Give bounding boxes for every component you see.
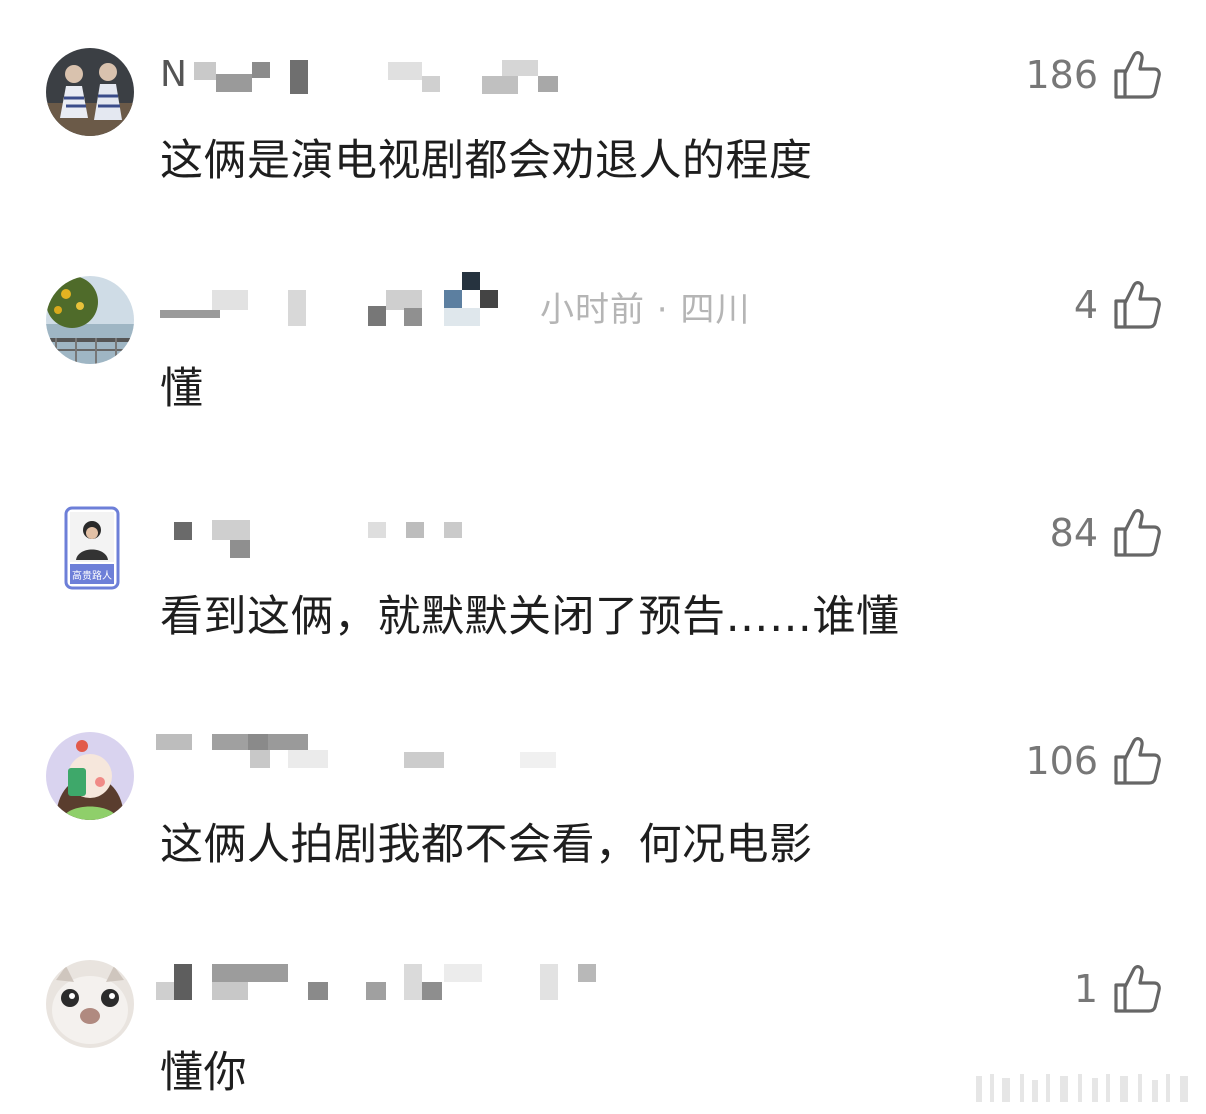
avatar-two-women-icon: [46, 48, 134, 136]
thumbs-up-icon: [1114, 509, 1161, 557]
thumbs-up-icon: [1114, 965, 1161, 1013]
username-prefix: N: [160, 54, 187, 95]
like-count: 84: [1049, 511, 1098, 555]
watermark-icon: [976, 1074, 1188, 1102]
like-button[interactable]: 106: [1025, 734, 1162, 788]
like-button[interactable]: 4: [1074, 278, 1162, 332]
thumbs-up-icon: [1114, 281, 1161, 329]
comment-text: 懂: [160, 364, 204, 414]
badge-text: 高贵路人: [72, 569, 112, 582]
comment-item: N 186 这俩是演电视剧都会劝退人的程度: [0, 38, 1206, 238]
username-blurred[interactable]: [156, 962, 960, 1002]
thumbs-up-icon: [1114, 51, 1161, 99]
like-button[interactable]: 1: [1074, 962, 1162, 1016]
comment-text: 这俩是演电视剧都会劝退人的程度: [160, 136, 813, 186]
comment-item: 106 这俩人拍剧我都不会看，何况电影: [0, 722, 1206, 922]
like-button[interactable]: 84: [1050, 506, 1162, 560]
like-count: 186: [1025, 53, 1098, 97]
username-blurred[interactable]: [156, 730, 960, 770]
thumbs-up-icon: [1114, 737, 1161, 785]
comment-text: 这俩人拍剧我都不会看，何况电影: [160, 820, 813, 870]
comment-meta: 小时前 · 四川: [540, 290, 751, 330]
user-avatar[interactable]: [46, 276, 134, 364]
comment-item: 高贵路人 84 看到这俩，就默默关闭了预告……谁懂: [0, 494, 1206, 694]
user-avatar[interactable]: 高贵路人: [64, 506, 120, 590]
comment-item: 小时前 · 四川 4 懂: [0, 266, 1206, 466]
like-count: 1: [1073, 967, 1098, 1011]
comment-text: 懂你: [160, 1048, 247, 1098]
username-blurred[interactable]: [160, 512, 960, 558]
username-blurred[interactable]: N: [160, 54, 960, 98]
like-button[interactable]: 186: [1025, 48, 1162, 102]
avatar-tree-lake-icon: [46, 276, 134, 364]
avatar-badge-person-icon: 高贵路人: [64, 506, 120, 590]
user-avatar[interactable]: [46, 48, 134, 136]
like-count: 106: [1025, 739, 1098, 783]
user-avatar[interactable]: [46, 732, 134, 820]
avatar-cartoon-girl-icon: [46, 732, 134, 820]
comment-text: 看到这俩，就默默关闭了预告……谁懂: [160, 592, 900, 642]
like-count: 4: [1073, 283, 1098, 327]
avatar-cat-face-icon: [46, 960, 134, 1048]
user-avatar[interactable]: [46, 960, 134, 1048]
